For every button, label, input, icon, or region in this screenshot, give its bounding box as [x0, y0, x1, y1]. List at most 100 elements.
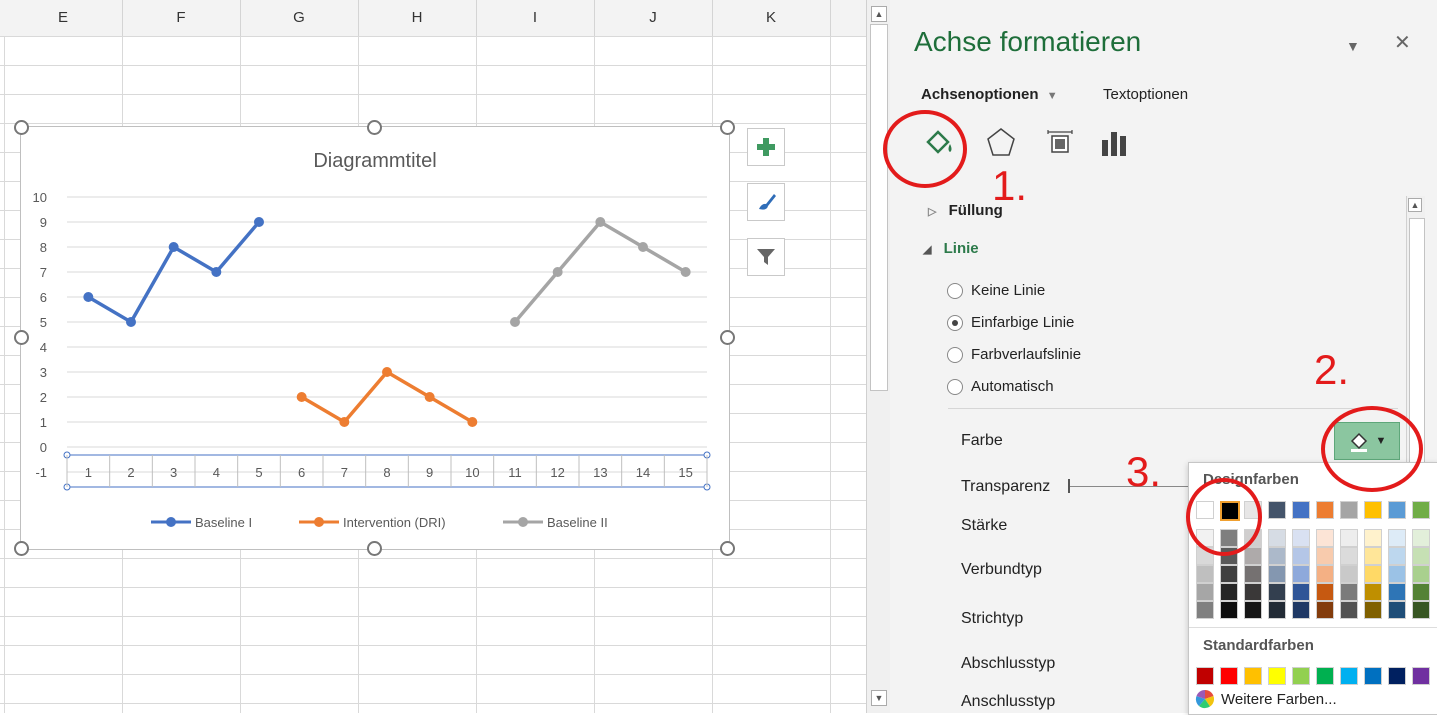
chart-resize-handle-bottom[interactable]: [367, 541, 382, 556]
theme-shade-swatch[interactable]: [1316, 583, 1334, 601]
theme-shade-swatch[interactable]: [1268, 529, 1286, 547]
theme-shade-swatch[interactable]: [1364, 547, 1382, 565]
theme-shade-swatch[interactable]: [1292, 583, 1310, 601]
standard-color-swatch[interactable]: [1316, 667, 1334, 685]
theme-shade-swatch[interactable]: [1388, 601, 1406, 619]
theme-shade-swatch[interactable]: [1412, 547, 1430, 565]
theme-shade-swatch[interactable]: [1220, 601, 1238, 619]
column-header-h[interactable]: H: [358, 0, 477, 36]
theme-shade-swatch[interactable]: [1196, 601, 1214, 619]
column-header-g[interactable]: G: [240, 0, 359, 36]
theme-shade-swatch[interactable]: [1412, 601, 1430, 619]
theme-shade-swatch[interactable]: [1364, 601, 1382, 619]
theme-color-swatch[interactable]: [1316, 501, 1334, 519]
radio-button[interactable]: [947, 282, 963, 299]
theme-shade-swatch[interactable]: [1292, 529, 1310, 547]
chart-resize-handle-top[interactable]: [367, 120, 382, 135]
theme-shade-swatch[interactable]: [1412, 529, 1430, 547]
theme-shade-swatch[interactable]: [1244, 547, 1262, 565]
theme-shade-swatch[interactable]: [1292, 601, 1310, 619]
column-header-k[interactable]: K: [712, 0, 831, 36]
radio-button-selected[interactable]: [947, 314, 963, 331]
theme-shade-swatch[interactable]: [1196, 565, 1214, 583]
theme-color-swatch[interactable]: [1388, 501, 1406, 519]
chart-resize-handle-tr[interactable]: [720, 120, 735, 135]
theme-shade-swatch[interactable]: [1364, 529, 1382, 547]
chart-resize-handle-right[interactable]: [720, 330, 735, 345]
theme-shade-swatch[interactable]: [1268, 565, 1286, 583]
standard-color-swatch[interactable]: [1244, 667, 1262, 685]
theme-shade-swatch[interactable]: [1268, 601, 1286, 619]
chart-resize-handle-bl[interactable]: [14, 541, 29, 556]
theme-shade-swatch[interactable]: [1268, 583, 1286, 601]
theme-shade-swatch[interactable]: [1220, 565, 1238, 583]
standard-color-swatch[interactable]: [1340, 667, 1358, 685]
theme-shade-swatch[interactable]: [1340, 583, 1358, 601]
radio-automatic[interactable]: Automatisch: [947, 378, 1054, 395]
theme-color-swatch[interactable]: [1412, 501, 1430, 519]
column-header-i[interactable]: I: [476, 0, 595, 36]
radio-solid-line[interactable]: Einfarbige Linie: [947, 314, 1074, 331]
radio-button[interactable]: [947, 346, 963, 363]
theme-shade-swatch[interactable]: [1196, 583, 1214, 601]
theme-shade-swatch[interactable]: [1292, 547, 1310, 565]
theme-shade-swatch[interactable]: [1316, 601, 1334, 619]
scrollbar-thumb[interactable]: [870, 24, 888, 391]
theme-shade-swatch[interactable]: [1388, 529, 1406, 547]
chart-area[interactable]: Diagrammtitel -1 0 1 2 3 4 5 6 7 8 9 10 1 2 3 4 5 6 7 8 9 10 11…: [20, 126, 730, 550]
theme-shade-swatch[interactable]: [1412, 583, 1430, 601]
theme-shade-swatch[interactable]: [1412, 565, 1430, 583]
scroll-down-icon[interactable]: ▼: [871, 690, 887, 706]
standard-color-swatch[interactable]: [1388, 667, 1406, 685]
theme-shade-swatch[interactable]: [1316, 565, 1334, 583]
standard-color-swatch[interactable]: [1220, 667, 1238, 685]
radio-button[interactable]: [947, 378, 963, 395]
tab-text-options[interactable]: Textoptionen: [1103, 86, 1188, 103]
theme-shade-swatch[interactable]: [1340, 565, 1358, 583]
theme-shade-swatch[interactable]: [1340, 529, 1358, 547]
axis-options-category[interactable]: [1100, 130, 1130, 163]
chart-filter-button[interactable]: [747, 238, 785, 276]
standard-color-swatch[interactable]: [1292, 667, 1310, 685]
pane-options-chevron-icon[interactable]: ▼: [1346, 38, 1360, 54]
theme-color-swatch[interactable]: [1340, 501, 1358, 519]
column-header-j[interactable]: J: [594, 0, 713, 36]
theme-shade-swatch[interactable]: [1388, 583, 1406, 601]
theme-shade-swatch[interactable]: [1340, 547, 1358, 565]
more-colors-button[interactable]: Weitere Farben...: [1195, 689, 1337, 709]
vertical-scrollbar[interactable]: ▲ ▼: [866, 0, 891, 713]
column-header-e[interactable]: E: [4, 0, 123, 36]
theme-shade-swatch[interactable]: [1316, 529, 1334, 547]
theme-shade-swatch[interactable]: [1244, 583, 1262, 601]
standard-color-swatch[interactable]: [1196, 667, 1214, 685]
theme-color-swatch[interactable]: [1364, 501, 1382, 519]
chart-resize-handle-left[interactable]: [14, 330, 29, 345]
theme-shade-swatch[interactable]: [1364, 583, 1382, 601]
scroll-up-icon[interactable]: ▲: [1408, 198, 1422, 212]
theme-shade-swatch[interactable]: [1220, 583, 1238, 601]
chart-styles-button[interactable]: [747, 183, 785, 221]
chart-resize-handle-br[interactable]: [720, 541, 735, 556]
chart-resize-handle-tl[interactable]: [14, 120, 29, 135]
standard-color-swatch[interactable]: [1412, 667, 1430, 685]
theme-shade-swatch[interactable]: [1244, 565, 1262, 583]
transparency-slider-thumb[interactable]: [1068, 479, 1070, 493]
close-icon[interactable]: ✕: [1394, 30, 1411, 55]
theme-shade-swatch[interactable]: [1388, 547, 1406, 565]
theme-shade-swatch[interactable]: [1268, 547, 1286, 565]
radio-gradient-line[interactable]: Farbverlaufslinie: [947, 346, 1081, 363]
theme-shade-swatch[interactable]: [1244, 601, 1262, 619]
size-properties-category[interactable]: [1044, 128, 1076, 163]
column-header-f[interactable]: F: [122, 0, 241, 36]
radio-no-line[interactable]: Keine Linie: [947, 282, 1045, 299]
tab-axis-options[interactable]: Achsenoptionen ▼: [921, 86, 1058, 103]
theme-shade-swatch[interactable]: [1316, 547, 1334, 565]
theme-shade-swatch[interactable]: [1292, 565, 1310, 583]
standard-color-swatch[interactable]: [1364, 667, 1382, 685]
theme-color-swatch[interactable]: [1292, 501, 1310, 519]
effects-category[interactable]: [985, 126, 1017, 163]
standard-color-swatch[interactable]: [1268, 667, 1286, 685]
chart-elements-button[interactable]: [747, 128, 785, 166]
theme-shade-swatch[interactable]: [1364, 565, 1382, 583]
theme-color-swatch[interactable]: [1268, 501, 1286, 519]
